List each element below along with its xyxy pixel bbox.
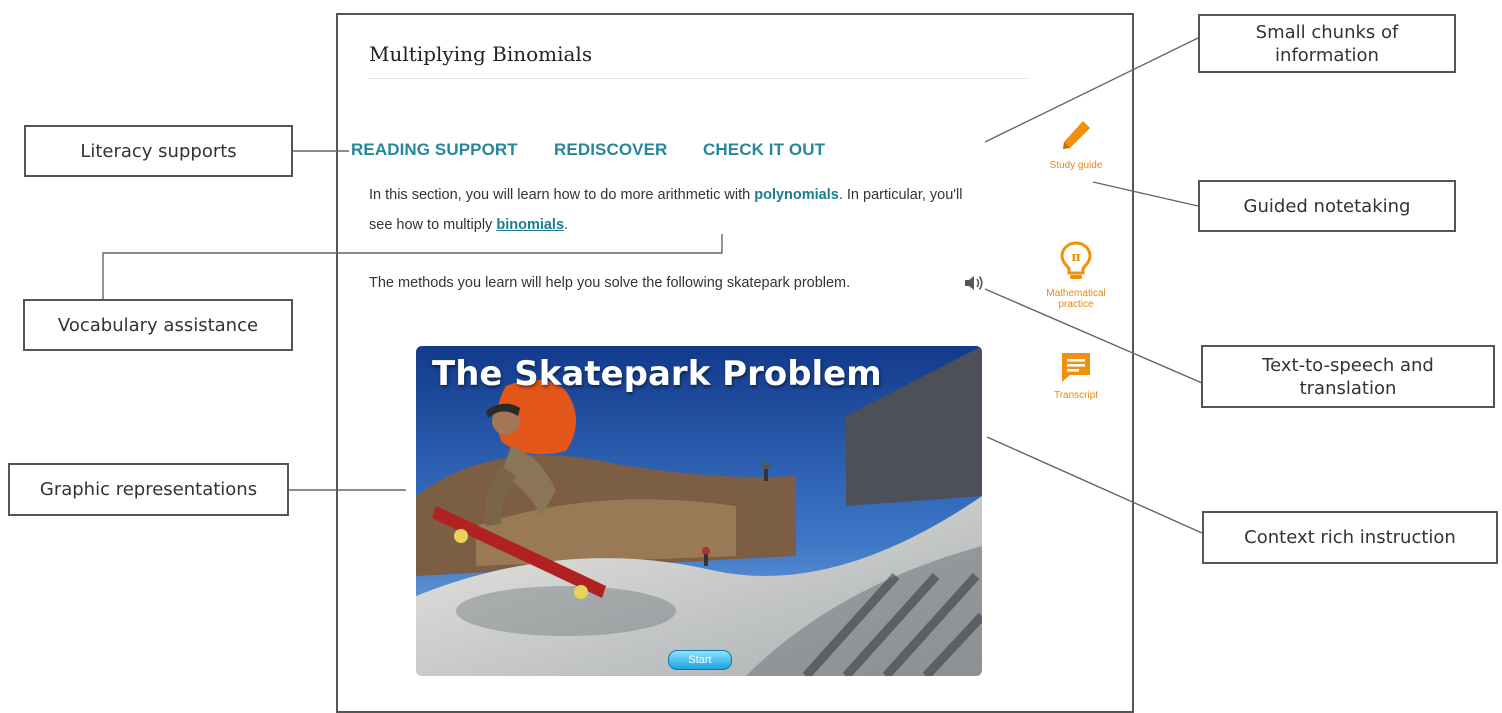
annotation-literacy-supports: Literacy supports [24, 125, 293, 177]
annotation-text-to-speech: Text-to-speech and translation [1201, 345, 1495, 408]
annotation-small-chunks: Small chunks of information [1198, 14, 1456, 73]
annotation-vocabulary-assistance: Vocabulary assistance [23, 299, 293, 351]
annotation-graphic-representations: Graphic representations [8, 463, 289, 516]
annotation-context-rich-instruction: Context rich instruction [1202, 511, 1498, 564]
annotation-guided-notetaking: Guided notetaking [1198, 180, 1456, 232]
